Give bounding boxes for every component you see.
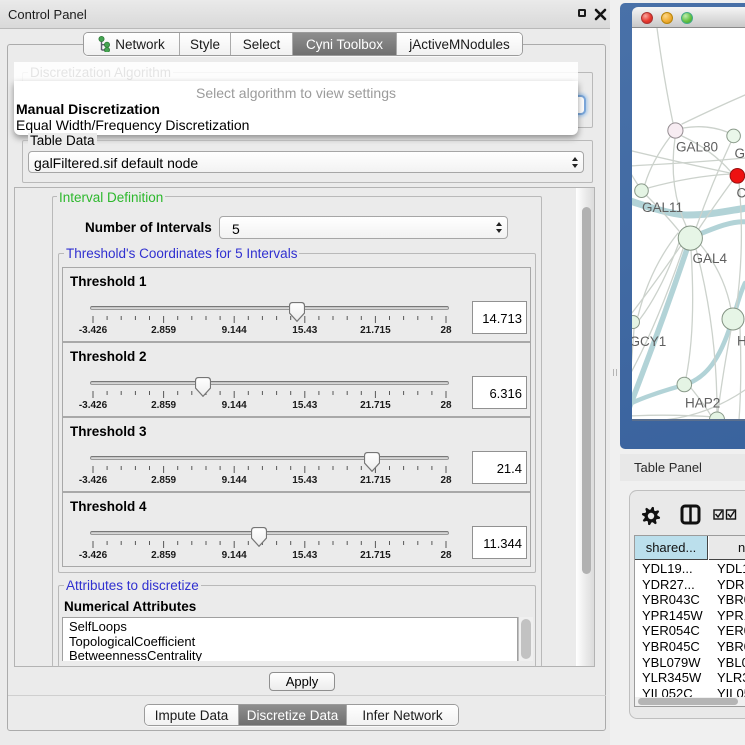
- svg-text:HAP2: HAP2: [685, 396, 720, 411]
- svg-text:GAL80: GAL80: [676, 140, 718, 155]
- svg-text:G.: G.: [735, 146, 745, 161]
- svg-text:GAL4: GAL4: [693, 251, 728, 266]
- svg-text:H: H: [737, 334, 745, 349]
- svg-text:GAL11: GAL11: [642, 200, 683, 215]
- svg-text:GCY1: GCY1: [632, 334, 666, 349]
- svg-text:C: C: [737, 186, 745, 201]
